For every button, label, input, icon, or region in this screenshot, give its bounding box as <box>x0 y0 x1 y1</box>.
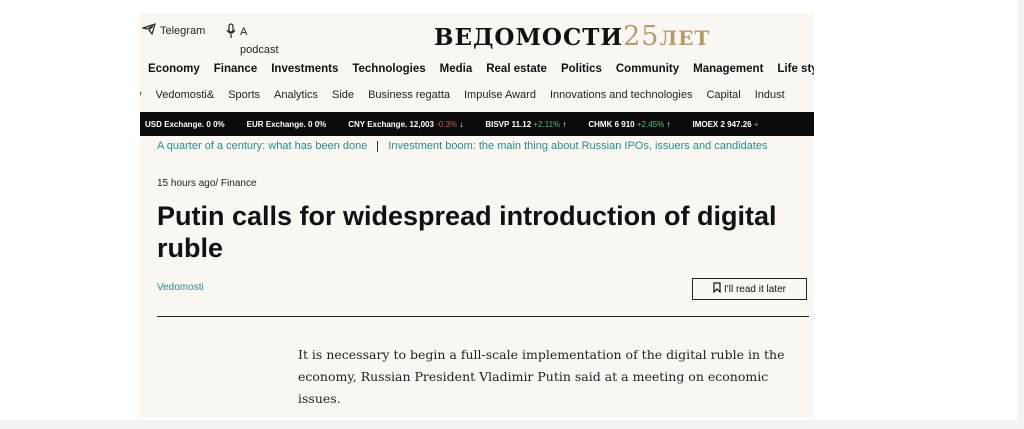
nav-item-life-style[interactable]: Life style <box>777 63 814 81</box>
nav-item-politics[interactable]: Politics <box>561 63 602 81</box>
ticker-item-bisvp[interactable]: BISVP 11.12 +2.11% ↑ <box>485 120 566 129</box>
podcast-label-line2: podcast <box>240 44 279 56</box>
primary-nav: Economy Finance Investments Technologies… <box>140 63 814 81</box>
article-author[interactable]: Vedomosti <box>157 282 204 293</box>
article-headline: Putin calls for widespread introduction … <box>157 201 777 263</box>
market-ticker: USD Exchange. 0 0% EUR Exchange. 0 0% CN… <box>140 112 814 136</box>
subnav-item-innovations[interactable]: Innovations and technologies <box>550 89 693 101</box>
vedomosti-page: Telegram A podcast ВЕДОМОСТИ25ЛЕТ Econom… <box>140 13 814 418</box>
nav-item-finance[interactable]: Finance <box>214 63 257 81</box>
special-link-investment-boom[interactable]: Investment boom: the main thing about Ru… <box>388 140 767 152</box>
logo-wordmark: ВЕДОМОСТИ <box>434 24 624 51</box>
special-link-quarter-century[interactable]: A quarter of a century: what has been do… <box>157 140 367 152</box>
site-logo[interactable]: ВЕДОМОСТИ25ЛЕТ <box>434 21 710 52</box>
link-divider <box>377 140 379 152</box>
subnav-item-partial[interactable]: y <box>140 89 142 101</box>
telegram-label: Telegram <box>160 24 206 37</box>
ticker-item-cny[interactable]: CNY Exchange. 12,003 -0.3% ↓ <box>348 120 463 129</box>
telegram-link[interactable]: Telegram <box>140 23 206 38</box>
nav-item-management[interactable]: Management <box>693 63 763 81</box>
subnav-item-analytics[interactable]: Analytics <box>274 89 318 101</box>
ticker-item-imoex[interactable]: IMOEX 2 947.26 + <box>692 120 758 129</box>
ticker-item-chmk[interactable]: CHMK 6 910 +2.45% ↑ <box>588 120 670 129</box>
nav-item-technologies[interactable]: Technologies <box>352 63 425 81</box>
podcast-link[interactable]: A podcast <box>226 23 279 59</box>
read-later-button[interactable]: I'll read it later <box>692 278 807 300</box>
secondary-nav: y Vedomosti& Sports Analytics Side Busin… <box>140 89 785 101</box>
microphone-icon <box>226 23 236 59</box>
special-projects-bar: A quarter of a century: what has been do… <box>157 140 767 152</box>
subnav-item-capital[interactable]: Capital <box>706 89 740 101</box>
subnav-item-vedomosti[interactable]: Vedomosti& <box>156 89 215 101</box>
subnav-item-side[interactable]: Side <box>332 89 354 101</box>
bookmark-icon <box>713 282 721 296</box>
ticker-item-eur[interactable]: EUR Exchange. 0 0% <box>247 120 327 129</box>
nav-item-community[interactable]: Community <box>616 63 679 81</box>
nav-item-economy[interactable]: Economy <box>148 63 200 81</box>
window-edge <box>1018 0 1024 420</box>
logo-suffix: ЛЕТ <box>659 26 711 50</box>
ticker-item-usd[interactable]: USD Exchange. 0 0% <box>145 120 225 129</box>
telegram-icon <box>140 23 156 38</box>
subnav-item-impulse-award[interactable]: Impulse Award <box>464 89 536 101</box>
podcast-label-line1: A <box>240 26 248 38</box>
nav-item-investments[interactable]: Investments <box>271 63 338 81</box>
nav-item-real-estate[interactable]: Real estate <box>486 63 547 81</box>
subnav-item-industry[interactable]: Indust <box>755 89 785 101</box>
article-meta: 15 hours ago/ Finance <box>157 178 257 189</box>
nav-item-media[interactable]: Media <box>440 63 473 81</box>
subnav-item-sports[interactable]: Sports <box>228 89 260 101</box>
divider-line <box>157 316 809 317</box>
logo-years: 25 <box>623 21 660 52</box>
article-lead-paragraph: It is necessary to begin a full-scale im… <box>298 347 785 406</box>
read-later-label: I'll read it later <box>724 283 786 295</box>
subnav-item-business-regatta[interactable]: Business regatta <box>368 89 450 101</box>
